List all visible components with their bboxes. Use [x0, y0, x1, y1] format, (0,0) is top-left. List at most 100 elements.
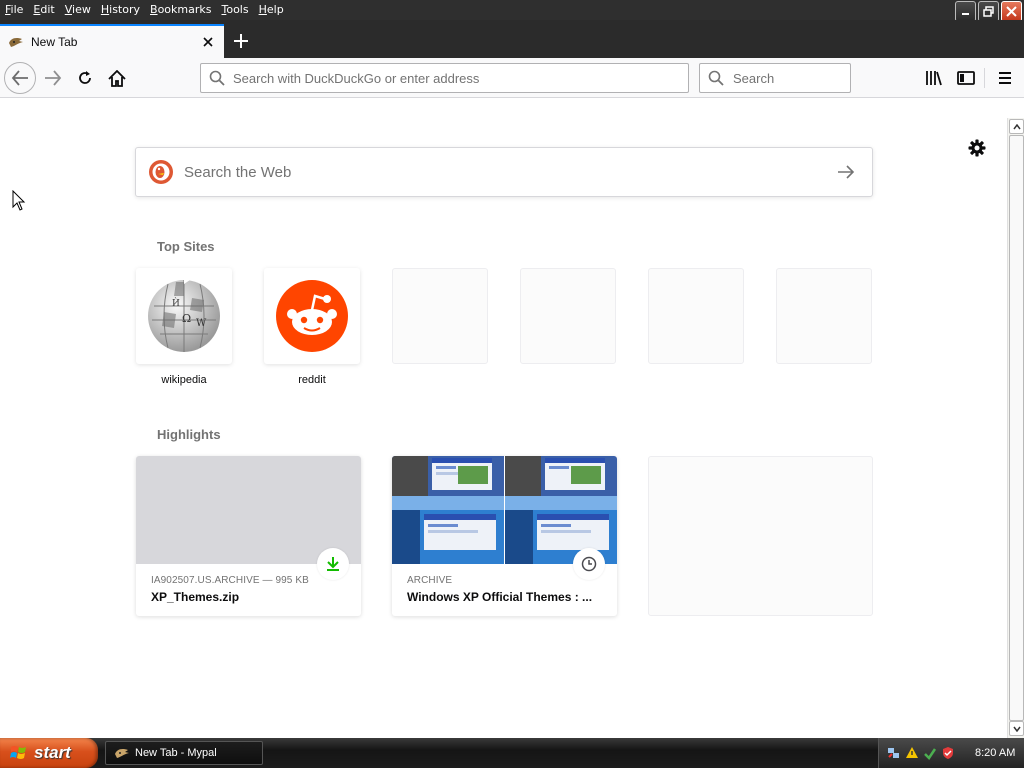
minimize-button[interactable]: [955, 1, 976, 22]
windows-logo-icon: [10, 746, 26, 759]
home-icon: [108, 69, 126, 87]
wikipedia-globe-icon: Ω W Ѝ: [148, 278, 220, 352]
menu-bar: File Edit View History Bookmarks Tools H…: [0, 0, 1024, 22]
top-site-tile[interactable]: [264, 268, 360, 364]
search-bar[interactable]: Search: [699, 63, 851, 93]
close-window-button[interactable]: [1001, 1, 1022, 22]
taskbar-item-label: New Tab - Mypal: [135, 747, 217, 759]
highlight-history-badge: [573, 548, 605, 580]
home-button[interactable]: [101, 62, 133, 94]
menu-edit[interactable]: Edit: [28, 1, 59, 19]
menu-button[interactable]: [993, 66, 1017, 90]
svg-text:W: W: [196, 318, 207, 329]
reddit-alien-icon: [276, 280, 348, 352]
search-bar-placeholder: Search: [733, 70, 775, 86]
navigation-toolbar: Search with DuckDuckGo or enter address …: [0, 58, 1024, 98]
top-site-label: reddit: [298, 374, 326, 386]
menu-file[interactable]: File: [0, 1, 28, 19]
system-tray: 8:20 AM: [878, 738, 1024, 768]
top-site-empty: [648, 268, 744, 388]
highlight-card-xp-themes-zip[interactable]: IA902507.US.ARCHIVE — 995 KB XP_Themes.z…: [136, 456, 361, 616]
toolbar-separator: [984, 68, 985, 88]
top-site-placeholder-tile: [776, 268, 872, 364]
chevron-down-icon: [1012, 726, 1021, 732]
close-icon: [1006, 6, 1017, 17]
scroll-up-button[interactable]: [1009, 119, 1024, 134]
start-button[interactable]: start: [0, 738, 98, 768]
mouse-cursor-icon: [12, 190, 26, 211]
shield-icon[interactable]: [941, 746, 955, 760]
highlight-source: ARCHIVE: [407, 575, 453, 586]
tab-title: New Tab: [31, 35, 78, 49]
arrow-right-icon: [838, 165, 855, 179]
mypal-favicon-icon: [9, 38, 23, 47]
highlight-download-badge: [317, 548, 349, 580]
update-icon[interactable]: [923, 746, 937, 760]
top-site-label: [648, 374, 744, 388]
search-icon: [708, 70, 724, 86]
windows-taskbar: start New Tab - Mypal 8:20 AM: [0, 738, 1024, 768]
scroll-down-button[interactable]: [1009, 721, 1024, 736]
new-tab-button[interactable]: [230, 30, 252, 52]
arrow-right-icon: [45, 70, 62, 86]
top-site-label: [392, 374, 488, 388]
address-bar-placeholder: Search with DuckDuckGo or enter address: [233, 70, 480, 86]
menu-view[interactable]: View: [60, 1, 96, 19]
minimize-icon: [962, 13, 969, 15]
chevron-up-icon: [1012, 123, 1021, 129]
menu-bookmarks[interactable]: Bookmarks: [145, 1, 216, 19]
tab-close-button[interactable]: [198, 32, 218, 52]
menu-help[interactable]: Help: [254, 1, 289, 19]
reload-icon: [79, 71, 91, 84]
tab-new-tab[interactable]: New Tab: [0, 24, 224, 58]
mypal-app-icon: [115, 749, 129, 758]
taskbar-item-mypal[interactable]: New Tab - Mypal: [105, 741, 263, 765]
tab-strip: New Tab: [0, 20, 1024, 58]
forward-button[interactable]: [37, 62, 69, 94]
svg-text:Ѝ: Ѝ: [172, 297, 180, 309]
close-icon: [203, 37, 213, 47]
highlight-title: Windows XP Official Themes : ...: [407, 590, 593, 604]
sidebar-toggle-button[interactable]: [954, 66, 978, 90]
top-site-tile[interactable]: Ω W Ѝ: [136, 268, 232, 364]
scrollbar-thumb[interactable]: [1009, 135, 1024, 721]
duckduckgo-logo-icon: [149, 160, 173, 184]
vertical-scrollbar[interactable]: [1007, 118, 1024, 738]
highlight-source: IA902507.US.ARCHIVE — 995 KB: [151, 575, 309, 586]
top-site-label: [520, 374, 616, 388]
highlights-heading: Highlights: [157, 427, 221, 442]
web-search-box[interactable]: Search the Web: [135, 147, 873, 197]
address-bar[interactable]: Search with DuckDuckGo or enter address: [200, 63, 689, 93]
security-alert-icon[interactable]: [905, 746, 919, 760]
top-site-empty: [392, 268, 488, 388]
network-icon[interactable]: [887, 746, 901, 760]
restore-icon: [983, 6, 994, 17]
top-site-wikipedia[interactable]: Ω W Ѝ wikipedia: [136, 268, 232, 388]
arrow-left-icon: [11, 70, 28, 86]
top-site-label: [776, 374, 872, 388]
gear-icon[interactable]: [967, 138, 987, 158]
highlight-placeholder-card: [648, 456, 873, 616]
menu-history[interactable]: History: [96, 1, 145, 19]
top-sites-heading: Top Sites: [157, 239, 215, 254]
sidebar-icon: [957, 71, 975, 85]
start-label: start: [34, 743, 71, 762]
download-icon: [327, 557, 339, 571]
top-site-placeholder-tile: [392, 268, 488, 364]
highlight-card-windows-xp-themes[interactable]: ARCHIVE Windows XP Official Themes : ...: [392, 456, 617, 616]
top-site-placeholder-tile: [520, 268, 616, 364]
web-search-go-button[interactable]: [834, 160, 858, 184]
search-icon: [209, 70, 225, 86]
web-search-placeholder: Search the Web: [184, 163, 292, 181]
hamburger-icon: [999, 72, 1011, 84]
plus-icon: [234, 34, 248, 48]
reload-button[interactable]: [69, 62, 101, 94]
clock-icon: [581, 556, 597, 572]
back-button[interactable]: [4, 62, 36, 94]
top-site-placeholder-tile: [648, 268, 744, 364]
restore-button[interactable]: [978, 1, 999, 22]
menu-tools[interactable]: Tools: [216, 1, 253, 19]
top-site-reddit[interactable]: reddit: [264, 268, 360, 388]
library-icon: [926, 71, 942, 86]
library-button[interactable]: [922, 66, 946, 90]
